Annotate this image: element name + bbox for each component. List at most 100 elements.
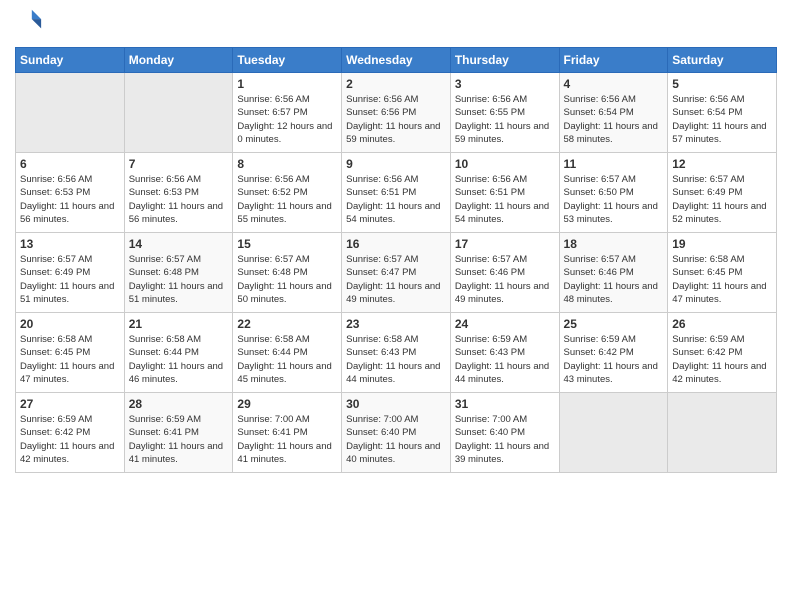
calendar-cell: 3 Sunrise: 6:56 AM Sunset: 6:55 PM Daylig… [450,73,559,153]
day-info: Sunrise: 6:56 AM Sunset: 6:52 PM Dayligh… [237,173,337,226]
calendar-cell: 18 Sunrise: 6:57 AM Sunset: 6:46 PM Dayli… [559,233,668,313]
day-info: Sunrise: 6:58 AM Sunset: 6:43 PM Dayligh… [346,333,446,386]
day-number: 20 [20,317,120,331]
day-number: 14 [129,237,229,251]
day-info: Sunrise: 6:58 AM Sunset: 6:45 PM Dayligh… [672,253,772,306]
day-info: Sunrise: 6:59 AM Sunset: 6:42 PM Dayligh… [672,333,772,386]
day-number: 15 [237,237,337,251]
day-number: 24 [455,317,555,331]
day-info: Sunrise: 6:57 AM Sunset: 6:46 PM Dayligh… [455,253,555,306]
col-header-thursday: Thursday [450,48,559,73]
day-number: 4 [564,77,664,91]
calendar-cell: 9 Sunrise: 6:56 AM Sunset: 6:51 PM Daylig… [342,153,451,233]
calendar-cell: 11 Sunrise: 6:57 AM Sunset: 6:50 PM Dayli… [559,153,668,233]
day-info: Sunrise: 6:59 AM Sunset: 6:42 PM Dayligh… [20,413,120,466]
day-number: 22 [237,317,337,331]
day-number: 30 [346,397,446,411]
day-info: Sunrise: 6:56 AM Sunset: 6:54 PM Dayligh… [564,93,664,146]
day-number: 31 [455,397,555,411]
week-row-2: 6Sunrise: 6:56 AM Sunset: 6:53 PM Daylig… [16,153,777,233]
day-info: Sunrise: 6:57 AM Sunset: 6:49 PM Dayligh… [20,253,120,306]
logo-icon [15,6,43,34]
day-info: Sunrise: 6:58 AM Sunset: 6:44 PM Dayligh… [237,333,337,386]
calendar-cell: 21 Sunrise: 6:58 AM Sunset: 6:44 PM Dayli… [124,313,233,393]
day-info: Sunrise: 6:58 AM Sunset: 6:45 PM Dayligh… [20,333,120,386]
day-info: Sunrise: 6:57 AM Sunset: 6:49 PM Dayligh… [672,173,772,226]
calendar-cell: 16Sunrise: 6:57 AM Sunset: 6:47 PM Dayli… [342,233,451,313]
calendar-cell: 17Sunrise: 6:57 AM Sunset: 6:46 PM Dayli… [450,233,559,313]
day-info: Sunrise: 7:00 AM Sunset: 6:40 PM Dayligh… [346,413,446,466]
day-number: 28 [129,397,229,411]
col-header-sunday: Sunday [16,48,125,73]
day-number: 1 [237,77,337,91]
day-info: Sunrise: 6:56 AM Sunset: 6:55 PM Dayligh… [455,93,555,146]
calendar-cell [124,73,233,153]
day-number: 10 [455,157,555,171]
day-number: 12 [672,157,772,171]
day-info: Sunrise: 6:56 AM Sunset: 6:54 PM Dayligh… [672,93,772,146]
day-info: Sunrise: 7:00 AM Sunset: 6:41 PM Dayligh… [237,413,337,466]
day-info: Sunrise: 6:57 AM Sunset: 6:48 PM Dayligh… [129,253,229,306]
day-info: Sunrise: 6:57 AM Sunset: 6:50 PM Dayligh… [564,173,664,226]
day-number: 9 [346,157,446,171]
day-info: Sunrise: 6:57 AM Sunset: 6:48 PM Dayligh… [237,253,337,306]
day-info: Sunrise: 6:59 AM Sunset: 6:43 PM Dayligh… [455,333,555,386]
calendar-header-row: SundayMondayTuesdayWednesdayThursdayFrid… [16,48,777,73]
calendar-cell: 12 Sunrise: 6:57 AM Sunset: 6:49 PM Dayli… [668,153,777,233]
calendar-cell: 31 Sunrise: 7:00 AM Sunset: 6:40 PM Dayli… [450,393,559,473]
calendar-cell: 2 Sunrise: 6:56 AM Sunset: 6:56 PM Daylig… [342,73,451,153]
col-header-friday: Friday [559,48,668,73]
day-number: 7 [129,157,229,171]
day-number: 19 [672,237,772,251]
calendar-cell: 10Sunrise: 6:56 AM Sunset: 6:51 PM Dayli… [450,153,559,233]
day-number: 26 [672,317,772,331]
col-header-monday: Monday [124,48,233,73]
day-number: 23 [346,317,446,331]
calendar-cell [559,393,668,473]
calendar-cell: 5 Sunrise: 6:56 AM Sunset: 6:54 PM Daylig… [668,73,777,153]
calendar-cell: 8 Sunrise: 6:56 AM Sunset: 6:52 PM Daylig… [233,153,342,233]
calendar-cell: 15 Sunrise: 6:57 AM Sunset: 6:48 PM Dayli… [233,233,342,313]
calendar-cell [16,73,125,153]
day-number: 25 [564,317,664,331]
col-header-saturday: Saturday [668,48,777,73]
calendar-cell: 26 Sunrise: 6:59 AM Sunset: 6:42 PM Dayli… [668,313,777,393]
calendar-cell: 1 Sunrise: 6:56 AM Sunset: 6:57 PM Daylig… [233,73,342,153]
calendar-cell: 29Sunrise: 7:00 AM Sunset: 6:41 PM Dayli… [233,393,342,473]
week-row-1: 1 Sunrise: 6:56 AM Sunset: 6:57 PM Daylig… [16,73,777,153]
day-number: 5 [672,77,772,91]
day-info: Sunrise: 6:59 AM Sunset: 6:41 PM Dayligh… [129,413,229,466]
calendar-cell: 14 Sunrise: 6:57 AM Sunset: 6:48 PM Dayli… [124,233,233,313]
week-row-5: 27 Sunrise: 6:59 AM Sunset: 6:42 PM Dayli… [16,393,777,473]
day-info: Sunrise: 6:56 AM Sunset: 6:53 PM Dayligh… [20,173,120,226]
day-info: Sunrise: 6:56 AM Sunset: 6:56 PM Dayligh… [346,93,446,146]
day-number: 3 [455,77,555,91]
day-number: 18 [564,237,664,251]
calendar-table: SundayMondayTuesdayWednesdayThursdayFrid… [15,47,777,473]
day-info: Sunrise: 7:00 AM Sunset: 6:40 PM Dayligh… [455,413,555,466]
calendar-container: SundayMondayTuesdayWednesdayThursdayFrid… [0,0,792,488]
calendar-cell: 30 Sunrise: 7:00 AM Sunset: 6:40 PM Dayli… [342,393,451,473]
calendar-cell: 24 Sunrise: 6:59 AM Sunset: 6:43 PM Dayli… [450,313,559,393]
week-row-3: 13 Sunrise: 6:57 AM Sunset: 6:49 PM Dayli… [16,233,777,313]
day-info: Sunrise: 6:56 AM Sunset: 6:51 PM Dayligh… [346,173,446,226]
logo [15,10,43,39]
day-info: Sunrise: 6:56 AM Sunset: 6:53 PM Dayligh… [129,173,229,226]
day-number: 16 [346,237,446,251]
calendar-cell: 13 Sunrise: 6:57 AM Sunset: 6:49 PM Dayli… [16,233,125,313]
day-number: 27 [20,397,120,411]
day-info: Sunrise: 6:57 AM Sunset: 6:46 PM Dayligh… [564,253,664,306]
day-number: 2 [346,77,446,91]
calendar-cell: 20 Sunrise: 6:58 AM Sunset: 6:45 PM Dayli… [16,313,125,393]
col-header-wednesday: Wednesday [342,48,451,73]
day-number: 21 [129,317,229,331]
week-row-4: 20 Sunrise: 6:58 AM Sunset: 6:45 PM Dayli… [16,313,777,393]
day-number: 11 [564,157,664,171]
calendar-cell: 19 Sunrise: 6:58 AM Sunset: 6:45 PM Dayli… [668,233,777,313]
calendar-cell: 6Sunrise: 6:56 AM Sunset: 6:53 PM Daylig… [16,153,125,233]
calendar-cell [668,393,777,473]
day-number: 8 [237,157,337,171]
day-info: Sunrise: 6:56 AM Sunset: 6:57 PM Dayligh… [237,93,337,146]
day-number: 13 [20,237,120,251]
day-info: Sunrise: 6:58 AM Sunset: 6:44 PM Dayligh… [129,333,229,386]
